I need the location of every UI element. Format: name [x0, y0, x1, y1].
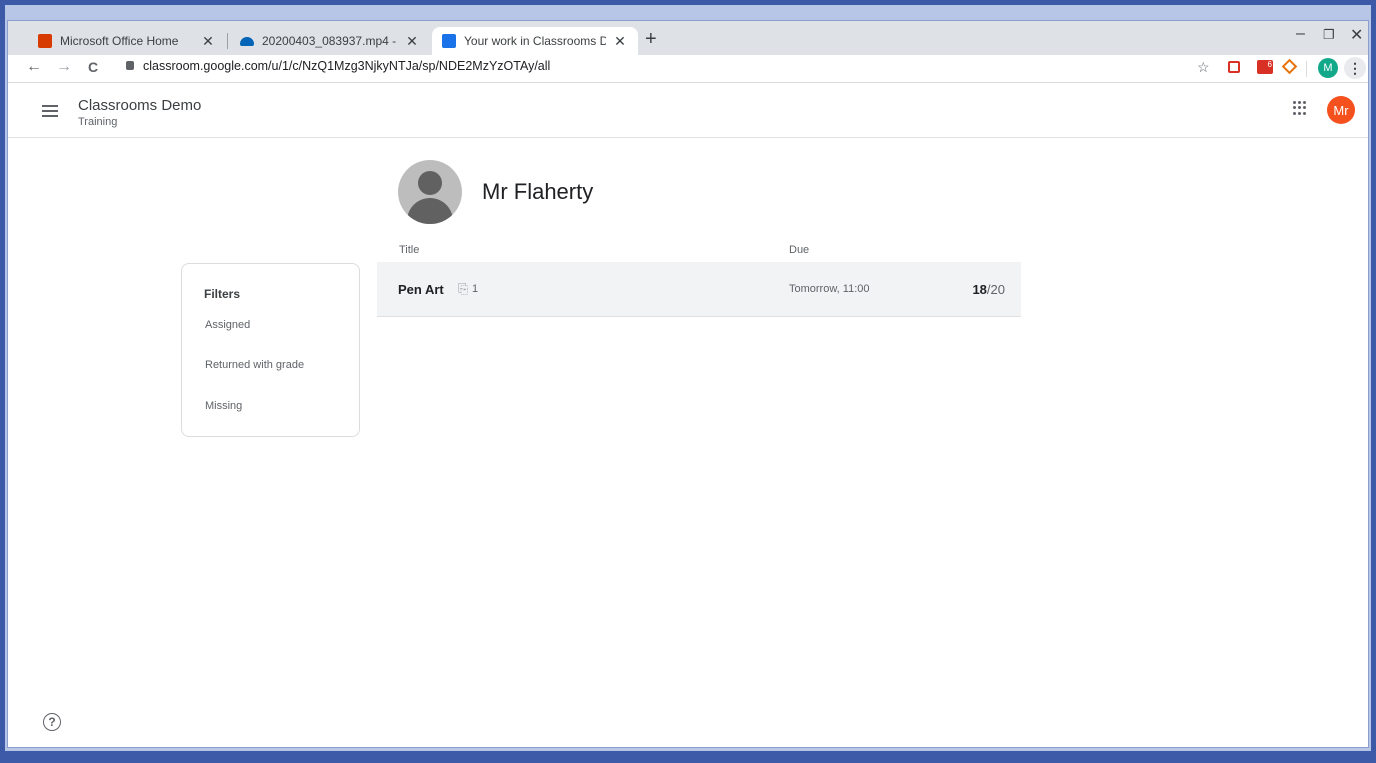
class-title[interactable]: Classrooms Demo [78, 97, 201, 114]
extension-badge-icon[interactable]: 6 [1257, 60, 1273, 74]
profile-icon[interactable]: M [1318, 58, 1338, 78]
close-icon[interactable]: ✕ [404, 33, 420, 50]
tab-separator [227, 33, 228, 49]
onedrive-cloud-icon [240, 36, 254, 46]
url-text: classroom.google.com/u/1/c/NzQ1Mzg3NjkyN… [143, 59, 551, 73]
classroom-header: Classrooms Demo Training Mr [8, 83, 1368, 138]
address-bar[interactable]: classroom.google.com/u/1/c/NzQ1Mzg3NjkyN… [126, 59, 550, 73]
tab-strip: Microsoft Office Home ✕ 20200403_083937.… [8, 21, 1368, 55]
browser-window: Microsoft Office Home ✕ 20200403_083937.… [7, 20, 1369, 748]
classroom-icon [442, 34, 456, 48]
help-icon[interactable]: ? [43, 713, 61, 731]
main-menu-icon[interactable] [42, 105, 58, 120]
lock-icon [126, 61, 134, 70]
extension-diamond-icon[interactable] [1281, 58, 1298, 75]
minimize-button[interactable]: – [1296, 25, 1305, 43]
pocket-extension-icon[interactable] [1228, 61, 1240, 73]
toolbar-divider [1306, 61, 1307, 77]
column-header-title: Title [399, 244, 420, 256]
restore-button[interactable]: ❐ [1323, 27, 1335, 43]
filter-missing[interactable]: Missing [205, 400, 242, 412]
due-date: Tomorrow, 11:00 [789, 283, 870, 295]
account-avatar[interactable]: Mr [1327, 96, 1355, 124]
filters-heading: Filters [204, 287, 241, 301]
new-tab-button[interactable]: + [645, 29, 657, 49]
close-window-button[interactable]: ✕ [1350, 25, 1363, 45]
back-button[interactable]: ← [26, 58, 42, 76]
reload-button[interactable]: C [88, 59, 98, 75]
student-name: Mr Flaherty [482, 179, 594, 204]
close-icon[interactable]: ✕ [612, 33, 628, 50]
google-apps-icon[interactable] [1293, 101, 1307, 115]
attachment-count: 1 [472, 283, 479, 295]
close-icon[interactable]: ✕ [200, 33, 216, 50]
tab-classroom[interactable]: Your work in Classrooms Demo ✕ [432, 27, 638, 55]
chrome-menu-icon[interactable]: ⋮ [1344, 57, 1366, 79]
tab-label: Your work in Classrooms Demo [464, 34, 606, 48]
filters-panel: Filters Assigned Returned with grade Mis… [181, 263, 360, 437]
office-icon [38, 34, 52, 48]
class-subtitle: Training [78, 116, 118, 128]
bookmark-star-icon[interactable]: ☆ [1197, 59, 1210, 76]
assignment-title: Pen Art [398, 282, 444, 297]
student-avatar [398, 160, 462, 224]
tab-onedrive[interactable]: 20200403_083937.mp4 - OneDriv ✕ [230, 27, 430, 55]
forward-button[interactable]: → [56, 58, 72, 76]
assignment-row[interactable]: Pen Art ⎘ 1 Tomorrow, 11:00 18/20 [377, 262, 1021, 317]
column-header-due: Due [789, 244, 810, 256]
filter-assigned[interactable]: Assigned [205, 319, 250, 331]
tab-office-home[interactable]: Microsoft Office Home ✕ [28, 27, 226, 55]
tab-label: Microsoft Office Home [60, 34, 179, 48]
tab-label: 20200403_083937.mp4 - OneDriv [262, 34, 398, 48]
browser-toolbar: ← → C classroom.google.com/u/1/c/NzQ1Mzg… [8, 55, 1368, 83]
filter-returned-with-grade[interactable]: Returned with grade [205, 359, 304, 371]
attachment-icon: ⎘ [458, 281, 469, 296]
assignment-grade: 18/20 [972, 282, 1005, 297]
